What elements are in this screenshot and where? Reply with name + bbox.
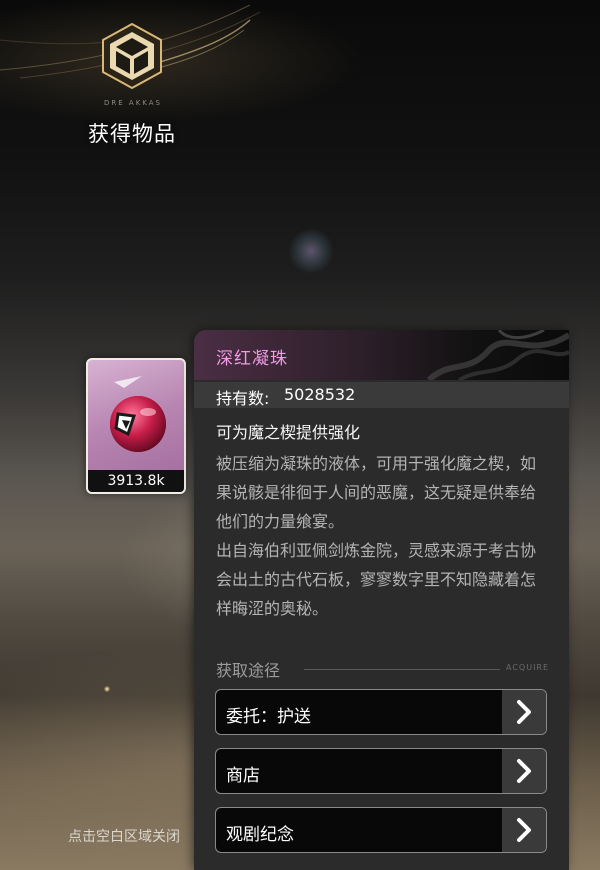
emblem-caption: DRE AKKAS xyxy=(104,99,162,107)
light-spark xyxy=(104,686,110,692)
item-description: 被压缩为凝珠的液体，可用于强化魔之楔，如果说骸是徘徊于人间的恶魔，这无疑是供奉给… xyxy=(216,449,546,623)
description-paragraph: 出自海伯利亚佩剑炼金院，灵感来源于考古协会出土的古代石板，寥寥数字里不知隐藏着怎… xyxy=(216,541,537,618)
light-streaks xyxy=(0,4,261,79)
source-label: 委托：护送 xyxy=(226,707,311,727)
hold-count-row: 持有数: 5028532 xyxy=(194,382,569,408)
hold-count-label: 持有数: xyxy=(216,389,270,408)
page-title: 获得物品 xyxy=(88,122,176,146)
item-detail-panel: 深红凝珠 持有数: 5028532 可为魔之楔提供强化 被压缩为凝珠的液体，可用… xyxy=(194,330,569,870)
divider xyxy=(304,669,500,670)
source-shop-button[interactable]: 商店 xyxy=(215,748,547,794)
close-hint[interactable]: 点击空白区域关闭 xyxy=(68,826,180,846)
item-name: 深红凝珠 xyxy=(216,349,288,369)
source-escort-button[interactable]: 委托：护送 xyxy=(215,689,547,735)
source-theater-button[interactable]: 观剧纪念 xyxy=(215,807,547,853)
item-count: 3913.8k xyxy=(88,470,184,492)
source-section-title: 获取途径 xyxy=(216,661,281,680)
item-card[interactable]: 3913.8k xyxy=(86,358,186,494)
hold-count-value: 5028532 xyxy=(284,385,356,404)
source-label: 商店 xyxy=(226,766,260,786)
chevron-right-icon xyxy=(517,759,531,783)
marble-texture xyxy=(426,330,569,380)
crimson-orb-icon xyxy=(110,376,166,452)
description-paragraph: 被压缩为凝珠的液体，可用于强化魔之楔，如果说骸是徘徊于人间的恶魔，这无疑是供奉给… xyxy=(216,454,537,531)
source-section-tag: ACQUIRE xyxy=(506,663,550,672)
item-effect: 可为魔之楔提供强化 xyxy=(216,423,361,442)
box-emblem-icon xyxy=(102,22,162,90)
chevron-right-icon xyxy=(517,700,531,724)
lens-glare xyxy=(288,228,334,274)
source-label: 观剧纪念 xyxy=(226,825,294,845)
chevron-right-icon xyxy=(517,818,531,842)
panel-header: 深红凝珠 xyxy=(194,330,569,380)
